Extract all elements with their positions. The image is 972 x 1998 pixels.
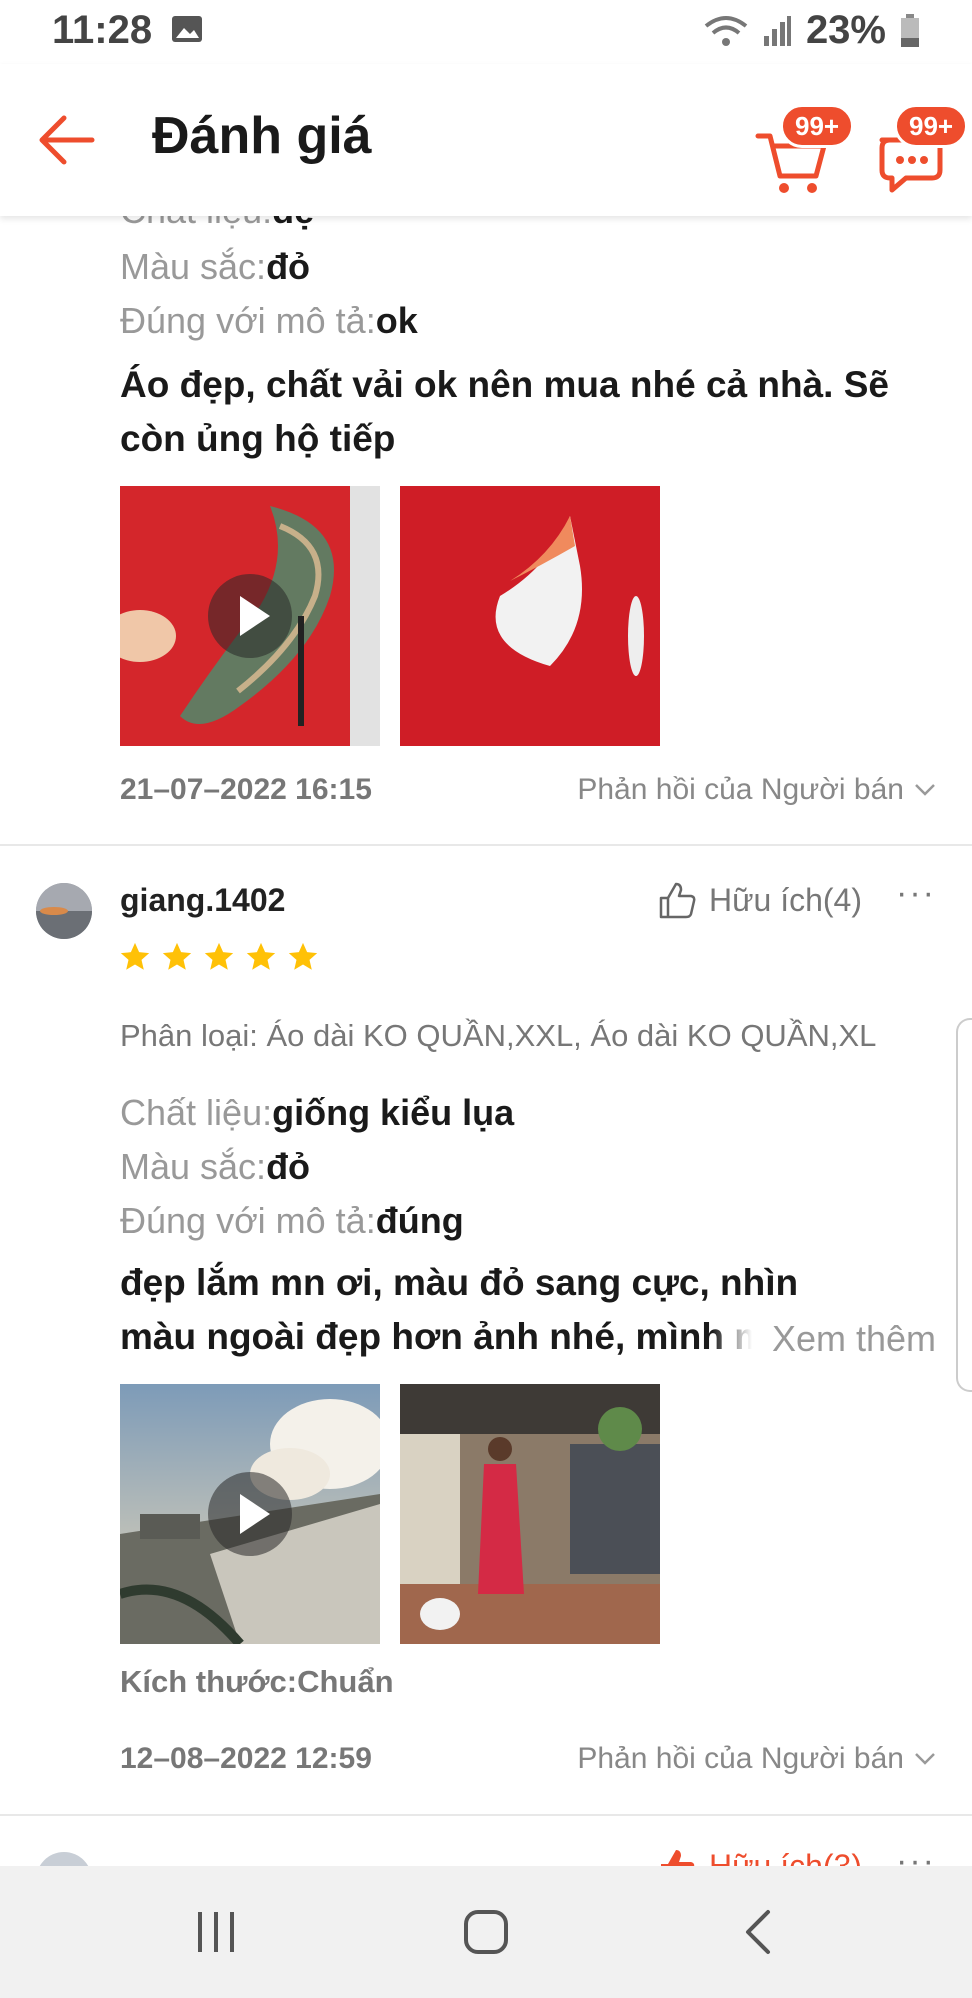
review2-more-button[interactable]: ···	[896, 874, 936, 913]
review2-username[interactable]: giang.1402	[120, 882, 285, 919]
review3-more-button[interactable]: ···	[896, 1842, 936, 1866]
divider	[0, 844, 972, 846]
thumbs-up-filled-icon	[660, 1850, 695, 1866]
chat-badge: 99+	[894, 104, 969, 148]
star-icon	[204, 942, 234, 970]
review2-color: Màu sắc:đỏ	[120, 1146, 311, 1187]
review1-video-thumb[interactable]	[120, 486, 380, 746]
reviews-list[interactable]: Chất liệu:đẹ Màu sắc:đỏ Đúng với mô tả:o…	[0, 216, 972, 1866]
battery-icon	[901, 13, 919, 47]
recent-apps-icon[interactable]	[194, 1910, 238, 1954]
signal-icon	[763, 15, 791, 46]
status-bar: 11:28 23%	[0, 0, 972, 64]
chevron-down-icon	[915, 1753, 935, 1765]
star-icon	[162, 942, 192, 970]
review2-material: Chất liệu:giống kiểu lụa	[120, 1092, 515, 1133]
back-arrow-icon[interactable]	[34, 108, 98, 172]
review1-seller-reply[interactable]: Phản hồi của Người bán	[577, 773, 936, 807]
review1-photo-image	[400, 486, 660, 746]
play-icon	[208, 574, 292, 658]
review3-helpful-button[interactable]: Hữu ích(3)	[657, 1846, 862, 1866]
review2-photo-thumb[interactable]	[400, 1384, 660, 1644]
image-notification-icon	[172, 16, 202, 42]
system-nav-bar	[0, 1866, 972, 1998]
review2-size: Kích thước:Chuẩn	[120, 1664, 394, 1699]
review1-comment: Áo đẹp, chất vải ok nên mua nhé cả nhà. …	[120, 364, 889, 459]
scroll-handle[interactable]	[956, 1018, 972, 1392]
review1-color: Màu sắc:đỏ	[120, 246, 311, 287]
review2-variant: Phân loại: Áo dài KO QUẦN,XXL, Áo dài KO…	[120, 1018, 877, 1053]
status-indicators: 23%	[704, 8, 920, 53]
app-header: Đánh giá 99+ 99+	[0, 64, 972, 216]
star-icon	[288, 942, 318, 970]
avatar[interactable]	[36, 1852, 92, 1866]
battery-percent: 23%	[805, 8, 886, 52]
status-time: 11:28	[52, 8, 153, 52]
review2-video-thumb[interactable]	[120, 1384, 380, 1644]
review1-photo-thumb[interactable]	[400, 486, 660, 746]
thumbs-up-icon	[659, 882, 696, 919]
review2-helpful-button[interactable]: Hữu ích(4)	[657, 880, 862, 920]
review1-date: 21–07–2022 16:15	[120, 773, 372, 806]
review2-photo-image	[400, 1384, 660, 1644]
home-icon[interactable]	[462, 1908, 510, 1956]
chat-button[interactable]: 99+	[872, 104, 969, 200]
review2-date: 12–08–2022 12:59	[120, 1742, 372, 1775]
chevron-down-icon	[915, 784, 935, 796]
avatar[interactable]	[36, 883, 92, 939]
see-more-link[interactable]: Xem thêm	[711, 1318, 936, 1360]
cart-button[interactable]: 99+	[752, 104, 855, 200]
play-icon	[208, 1472, 292, 1556]
review1-match: Đúng với mô tả:ok	[120, 300, 418, 341]
star-icon	[120, 942, 150, 970]
divider	[0, 1814, 972, 1816]
review2-match: Đúng với mô tả:đúng	[120, 1200, 464, 1241]
cart-badge: 99+	[780, 104, 855, 148]
page-title: Đánh giá	[152, 107, 372, 165]
review2-seller-reply[interactable]: Phản hồi của Người bán	[577, 1742, 936, 1776]
star-icon	[246, 942, 276, 970]
review1-material: Chất liệu:đẹ	[120, 216, 314, 232]
back-icon[interactable]	[740, 1908, 776, 1956]
wifi-icon	[704, 15, 748, 46]
review2-rating-stars	[118, 940, 320, 974]
